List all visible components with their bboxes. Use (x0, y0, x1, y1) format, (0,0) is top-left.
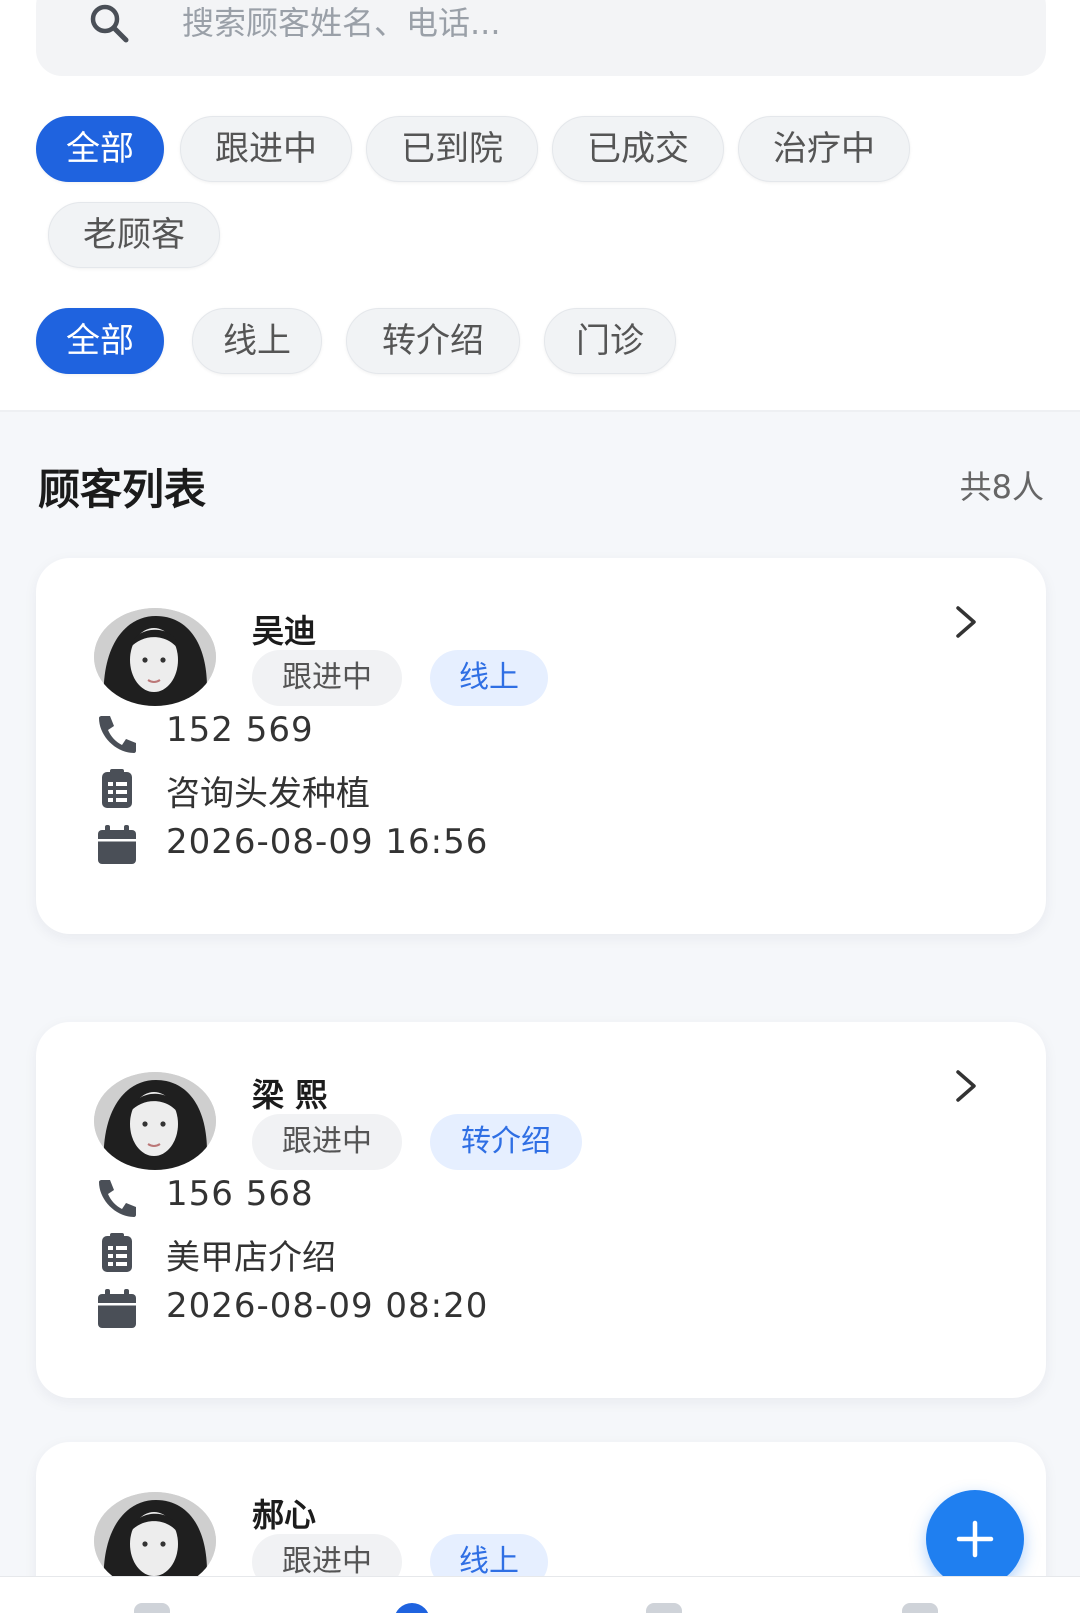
search-input[interactable] (182, 0, 982, 46)
avatar (94, 608, 216, 706)
phone-number: 156 568 (166, 1174, 314, 1214)
tab-home[interactable] (122, 1595, 182, 1613)
customer-name: 吴迪 (252, 612, 317, 650)
customer-note: 咨询头发种植 (166, 774, 370, 814)
bottom-tab-bar (0, 1576, 1080, 1613)
tab-profile[interactable] (890, 1595, 950, 1613)
status-filter-treating[interactable]: 治疗中 (738, 116, 910, 182)
status-filter-closed[interactable]: 已成交 (552, 116, 724, 182)
calendar-icon (98, 825, 136, 864)
user-icon (394, 1603, 430, 1613)
source-filter-referral[interactable]: 转介绍 (346, 308, 520, 374)
list-title: 顾客列表 (38, 465, 207, 514)
source-filter-all[interactable]: 全部 (36, 308, 164, 374)
customer-list-page: 全部 跟进中 已到院 已成交 治疗中 老顾客 全部 线上 转介绍 门诊 顾客列表… (0, 0, 1080, 1613)
status-filter-returning[interactable]: 老顾客 (48, 202, 220, 268)
customer-card[interactable]: 吴迪 跟进中 线上 152 569 咨询头发种植 2026-08-09 16:5… (36, 558, 1046, 934)
customer-note: 美甲店介绍 (166, 1238, 336, 1278)
tab-records[interactable] (634, 1595, 694, 1613)
clipboard-icon (102, 1233, 132, 1272)
profile-icon (902, 1603, 938, 1613)
home-icon (134, 1603, 170, 1613)
customer-name: 梁 熙 (252, 1076, 328, 1114)
phone-icon (99, 716, 136, 753)
created-time: 2026-08-09 16:56 (166, 822, 489, 862)
status-filter-all[interactable]: 全部 (36, 116, 164, 182)
search-icon (90, 4, 129, 43)
phone-number: 152 569 (166, 710, 314, 750)
plus-icon (956, 1520, 994, 1558)
document-icon (646, 1603, 682, 1613)
chevron-right-icon[interactable] (948, 602, 984, 642)
chevron-right-icon[interactable] (948, 1066, 984, 1106)
source-filter-online[interactable]: 线上 (192, 308, 322, 374)
source-tag: 转介绍 (430, 1114, 582, 1170)
status-tag: 跟进中 (252, 1114, 402, 1170)
add-customer-button[interactable] (926, 1490, 1024, 1588)
source-filter-clinic[interactable]: 门诊 (544, 308, 676, 374)
created-time: 2026-08-09 08:20 (166, 1286, 489, 1326)
tab-customers[interactable] (382, 1595, 442, 1613)
phone-icon (99, 1180, 136, 1217)
source-tag: 线上 (430, 650, 548, 706)
search-bar[interactable] (36, 0, 1046, 76)
status-filter-arrived[interactable]: 已到院 (366, 116, 538, 182)
avatar (94, 1072, 216, 1170)
avatar-image (94, 1072, 216, 1170)
filter-panel: 全部 跟进中 已到院 已成交 治疗中 老顾客 全部 线上 转介绍 门诊 (0, 0, 1080, 412)
customer-card[interactable]: 梁 熙 跟进中 转介绍 156 568 美甲店介绍 2026-08-09 08:… (36, 1022, 1046, 1398)
status-filter-following[interactable]: 跟进中 (180, 116, 352, 182)
status-tag: 跟进中 (252, 650, 402, 706)
customer-count: 共8人 (959, 468, 1044, 506)
avatar-image (94, 608, 216, 706)
clipboard-icon (102, 769, 132, 808)
customer-name: 郝心 (252, 1496, 317, 1534)
calendar-icon (98, 1289, 136, 1328)
